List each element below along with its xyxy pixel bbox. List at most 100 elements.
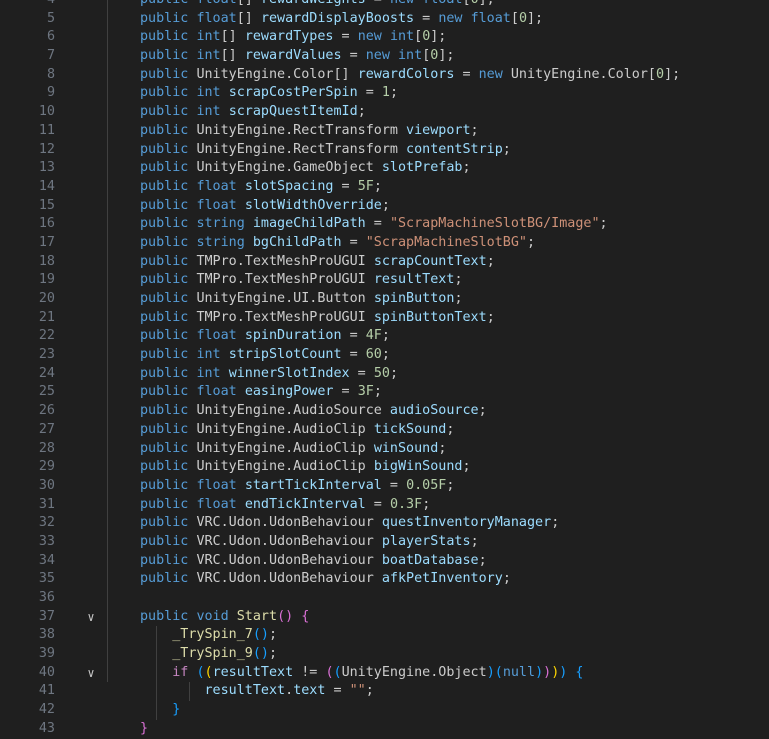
code-line[interactable]: 34 public VRC.Udon.UdonBehaviour boatData… [0,551,769,571]
code-line[interactable]: 38 _TrySpin_7(); [0,626,769,646]
code-line[interactable]: 24 public int winnerSlotIndex = 50; [0,364,769,384]
code-token: ; [357,104,366,120]
code-line[interactable]: 42 } [0,701,769,720]
code-line[interactable]: 14 public float slotSpacing = 5F; [0,177,769,197]
code-token: = [325,683,350,699]
code-line[interactable]: 6 public int[] rewardTypes = new int[0]; [0,28,769,48]
code-token: public [140,253,197,269]
code-line[interactable]: 29 public UnityEngine.AudioClip bigWinSou… [0,458,769,477]
code-text: public TMPro.TextMeshProUGUI scrapCountT… [140,253,495,272]
code-token: 5F [357,178,374,194]
code-line[interactable]: 35 public VRC.Udon.UdonBehaviour afkPetIn… [0,570,769,589]
code-token: rewardValues [244,48,342,64]
code-token: UnityEngine.UI.Button [196,291,374,306]
code-text: public int scrapQuestItemId; [140,103,366,122]
code-line[interactable]: 31 public float endTickInterval = 0.3F; [0,495,769,515]
code-line[interactable]: 23 public int stripSlotCount = 60; [0,346,769,365]
code-text: public TMPro.TextMeshProUGUI spinButtonT… [140,309,495,328]
code-token: = [357,85,382,101]
code-line[interactable]: 32 public VRC.Udon.UdonBehaviour questInv… [0,514,769,533]
indent-guide [107,514,108,533]
code-token: void [196,608,237,624]
line-number: 20 [38,291,55,306]
code-line[interactable]: 16 public string imageChildPath = "ScrapM… [0,215,769,234]
indent-guide [107,420,108,440]
indent-guide [107,439,108,459]
code-token: [] [236,10,261,26]
code-token: public [140,515,197,531]
code-token: () [252,646,269,662]
code-token: questInventoryManager [381,515,552,531]
code-token: slotPrefab [381,160,463,176]
code-line[interactable]: 25 public float easingPower = 3F; [0,383,769,403]
fold-chevron-down-icon[interactable]: ∨ [82,608,100,627]
code-token: public [140,160,197,176]
code-token: "ScrapMachineSlotBG/Image" [389,216,600,232]
fold-chevron-down-icon[interactable]: ∨ [82,664,100,683]
indent-guide [107,364,108,384]
code-line[interactable]: 22 public float spinDuration = 4F; [0,327,769,347]
indent-guide [107,84,108,104]
indent-guide [107,308,108,328]
line-number: 15 [38,197,55,213]
code-line[interactable]: 43} [0,720,769,739]
line-number: 8 [46,66,55,82]
code-line[interactable]: 7 public int[] rewardValues = new int[0]; [0,47,769,66]
code-token: "ScrapMachineSlotBG" [365,234,527,250]
code-line[interactable]: 30 public float startTickInterval = 0.05F… [0,476,769,496]
code-line[interactable]: 26 public UnityEngine.AudioSource audioSo… [0,402,769,421]
indent-guide [107,103,108,122]
indent-guide [107,607,108,627]
code-line[interactable]: 5 public float[] rewardDisplayBoosts = ne… [0,9,769,29]
code-line[interactable]: 13 public UnityEngine.GameObject slotPref… [0,159,769,178]
code-line[interactable]: 39 _TrySpin_9(); [0,645,769,664]
code-line[interactable]: 37 ∨ public void Start() { [0,607,769,627]
line-number: 19 [38,272,55,288]
code-token: ; [478,403,487,419]
line-number: 11 [38,122,55,138]
code-line[interactable]: 15 public float slotWidthOverride; [0,196,769,216]
code-token: public [140,85,197,101]
code-line[interactable]: 21 public TMPro.TextMeshProUGUI spinButto… [0,308,769,328]
code-token: public [140,29,197,45]
code-token: new [357,29,390,45]
code-editor[interactable]: 4public float[] rewardWeights = new floa… [0,0,769,739]
code-token: ; [381,328,390,344]
code-line[interactable]: 11 public UnityEngine.RectTransform viewp… [0,121,769,141]
code-line[interactable]: 40 ∨ if ((resultText != ((UnityEngine.Obj… [0,663,769,683]
indent-guide [107,663,108,683]
code-token: public [140,234,197,250]
code-line[interactable]: 41 resultText.text = ""; [0,682,769,702]
code-line[interactable]: 19 public TMPro.TextMeshProUGUI resultTex… [0,271,769,290]
code-token: UnityEngine.AudioSource [196,403,390,419]
code-token: public [140,66,197,82]
code-line[interactable]: 28 public UnityEngine.AudioClip winSound; [0,439,769,459]
code-text: public float[] rewardDisplayBoosts = new… [140,10,543,29]
code-token: public [140,328,197,344]
code-token: spinDuration [244,328,342,344]
code-line[interactable]: 17 public string bgChildPath = "ScrapMach… [0,233,769,253]
code-line[interactable]: 9 public int scrapCostPerSpin = 1; [0,84,769,104]
code-token: ; [446,421,455,437]
code-token: = [341,48,366,64]
code-token: ; [470,533,479,549]
code-line[interactable]: 33 public VRC.Udon.UdonBehaviour playerSt… [0,532,769,552]
code-line[interactable]: 4public float[] rewardWeights = new floa… [0,0,769,10]
indent-guide [107,9,108,29]
code-text: } [140,701,180,720]
code-line[interactable]: 36 [0,589,769,608]
code-line[interactable]: 20 public UnityEngine.UI.Button spinButto… [0,290,769,309]
code-line[interactable]: 18 public TMPro.TextMeshProUGUI scrapCoun… [0,252,769,272]
code-text: public UnityEngine.RectTransform content… [140,141,511,160]
line-number: 6 [46,29,55,45]
code-line[interactable]: 8 public UnityEngine.Color[] rewardColors… [0,65,769,85]
code-token: contentStrip [406,141,503,157]
code-line[interactable]: 27 public UnityEngine.AudioClip tickSound… [0,420,769,440]
code-token: ]; [479,0,495,7]
code-token: float [196,328,245,344]
code-line[interactable]: 12 public UnityEngine.RectTransform conte… [0,140,769,160]
line-number: 24 [38,365,55,381]
code-token: ; [438,440,447,456]
code-line[interactable]: 10 public int scrapQuestItemId; [0,103,769,122]
